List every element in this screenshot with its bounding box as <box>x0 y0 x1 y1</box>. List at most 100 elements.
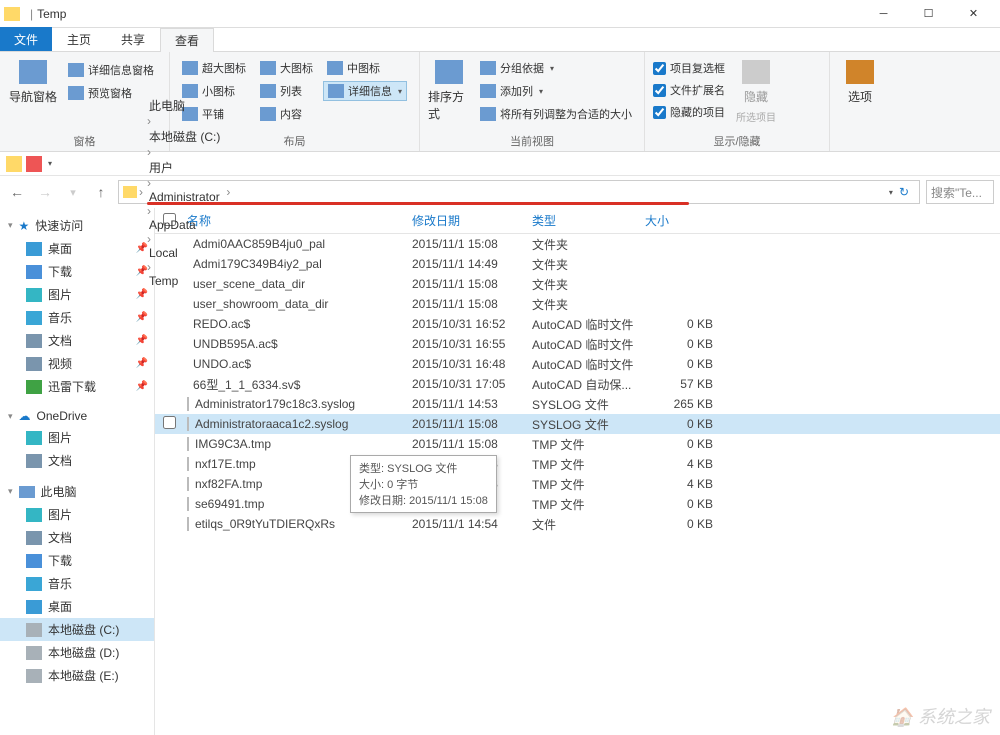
address-bar[interactable]: › 此电脑›本地磁盘 (C:)›用户›Administrator›AppData… <box>118 180 920 204</box>
tab-view[interactable]: 查看 <box>160 28 214 52</box>
file-row[interactable]: user_showroom_data_dir2015/11/1 15:08文件夹 <box>155 294 1000 314</box>
header-type[interactable]: 类型 <box>532 212 645 229</box>
file-row[interactable]: REDO.ac$2015/10/31 16:52AutoCAD 临时文件0 KB <box>155 314 1000 334</box>
file-row[interactable]: IMG9C3A.tmp2015/11/1 15:08TMP 文件0 KB <box>155 434 1000 454</box>
pin-icon: 📌 <box>136 358 148 369</box>
sidebar-item[interactable]: 音乐 <box>0 572 154 595</box>
layout-details[interactable]: 详细信息▾ <box>323 81 407 101</box>
sidebar-item[interactable]: 桌面📌 <box>0 237 154 260</box>
tab-share[interactable]: 共享 <box>106 27 160 51</box>
layout-large[interactable]: 大图标 <box>256 58 317 78</box>
file-row[interactable]: Admi0AAC859B4ju0_pal2015/11/1 15:08文件夹 <box>155 234 1000 254</box>
file-row[interactable]: nxf82FA.tmp2015/11/1 15:08TMP 文件4 KB <box>155 474 1000 494</box>
tab-home[interactable]: 主页 <box>52 27 106 51</box>
layout-list[interactable]: 列表 <box>256 81 317 101</box>
file-size: 265 KB <box>645 397 725 411</box>
refresh-button[interactable]: ↻ <box>893 185 915 199</box>
file-icon <box>187 437 189 451</box>
qa-delete-icon[interactable] <box>26 156 42 172</box>
sidebar-item[interactable]: 本地磁盘 (E:) <box>0 664 154 687</box>
back-button[interactable]: ← <box>6 181 28 203</box>
up-button[interactable]: ↑ <box>90 181 112 203</box>
cloud-icon: ☁ <box>19 409 31 423</box>
file-date: 2015/11/1 15:08 <box>412 437 532 451</box>
file-row[interactable]: UNDO.ac$2015/10/31 16:48AutoCAD 临时文件0 KB <box>155 354 1000 374</box>
sidebar-item[interactable]: 下载📌 <box>0 260 154 283</box>
breadcrumb-segment[interactable]: Local <box>145 246 224 260</box>
breadcrumb-segment[interactable]: 用户 <box>145 159 224 176</box>
file-date: 2015/10/31 16:52 <box>412 317 532 331</box>
header-date[interactable]: 修改日期 <box>412 212 532 229</box>
watermark: 🏠 系统之家 <box>891 703 990 729</box>
file-date: 2015/11/1 14:49 <box>412 257 532 271</box>
sidebar-thispc[interactable]: ▾ 此电脑 <box>0 480 154 503</box>
sidebar-item-icon <box>26 334 42 348</box>
file-row[interactable]: nxf17E.tmp2015/11/1 15:08TMP 文件4 KB <box>155 454 1000 474</box>
tab-row: 文件 主页 共享 查看 <box>0 28 1000 52</box>
sort-button[interactable]: 排序方式 <box>428 56 470 131</box>
header-size[interactable]: 大小 <box>645 212 725 229</box>
addr-folder-icon <box>123 186 137 198</box>
hide-selected-button[interactable]: 隐藏 所选项目 <box>731 56 781 131</box>
sidebar-item[interactable]: 文档 <box>0 449 154 472</box>
checkbox-file-ext[interactable]: 文件扩展名 <box>653 82 725 98</box>
detail-pane-button[interactable]: 详细信息窗格 <box>64 60 158 80</box>
sidebar-item[interactable]: 音乐📌 <box>0 306 154 329</box>
history-dropdown[interactable]: ▾ <box>62 181 84 203</box>
sidebar-item[interactable]: 图片 <box>0 503 154 526</box>
close-button[interactable]: ✕ <box>951 0 996 28</box>
sidebar-item-label: 桌面 <box>48 598 72 615</box>
file-row[interactable]: se69491.tmp2011/7/8 15:36TMP 文件0 KB <box>155 494 1000 514</box>
checkbox-hidden-items[interactable]: 隐藏的项目 <box>653 104 725 120</box>
fitcol-button[interactable]: 将所有列调整为合适的大小 <box>476 104 636 124</box>
layout-medium[interactable]: 中图标 <box>323 58 407 78</box>
sidebar-item[interactable]: 迅雷下载📌 <box>0 375 154 398</box>
large-icon <box>260 61 276 75</box>
maximize-button[interactable]: ☐ <box>906 0 951 28</box>
sidebar-item[interactable]: 本地磁盘 (D:) <box>0 641 154 664</box>
nav-pane-button[interactable]: 导航窗格 <box>8 56 58 131</box>
qa-dropdown-icon[interactable]: ▾ <box>48 159 52 168</box>
file-row[interactable]: 66型_1_1_6334.sv$2015/10/31 17:05AutoCAD … <box>155 374 1000 394</box>
sidebar-item-icon <box>26 311 42 325</box>
breadcrumb-segment[interactable]: 本地磁盘 (C:) <box>145 128 224 145</box>
forward-button[interactable]: → <box>34 181 56 203</box>
layout-content[interactable]: 内容 <box>256 104 317 124</box>
file-row[interactable]: etilqs_0R9tYuTDIERQxRs2015/11/1 14:54文件0… <box>155 514 1000 534</box>
sidebar-item-label: 图片 <box>48 506 72 523</box>
sidebar-item[interactable]: 图片📌 <box>0 283 154 306</box>
sidebar-onedrive[interactable]: ▾ ☁ OneDrive <box>0 406 154 426</box>
preview-pane-button[interactable]: 预览窗格 <box>64 83 158 103</box>
file-row[interactable]: Administratoraaca1c2.syslog2015/11/1 15:… <box>155 414 1000 434</box>
breadcrumb-segment[interactable]: Temp <box>145 274 224 288</box>
file-size: 4 KB <box>645 477 725 491</box>
search-input[interactable]: 搜索"Te... <box>926 180 994 204</box>
sidebar-quick-access[interactable]: ▾ ★ 快速访问 <box>0 214 154 237</box>
file-row[interactable]: Administrator179c18c3.syslog2015/11/1 14… <box>155 394 1000 414</box>
sidebar-item[interactable]: 视频📌 <box>0 352 154 375</box>
addcol-button[interactable]: 添加列▾ <box>476 81 636 101</box>
breadcrumb-segment[interactable]: 此电脑 <box>145 97 224 114</box>
sidebar-item[interactable]: 下载 <box>0 549 154 572</box>
row-checkbox[interactable] <box>163 416 187 432</box>
breadcrumb-segment[interactable]: AppData <box>145 218 224 232</box>
minimize-button[interactable]: ─ <box>861 0 906 28</box>
sidebar-item[interactable]: 文档 <box>0 526 154 549</box>
file-row[interactable]: Admi179C349B4iy2_pal2015/11/1 14:49文件夹 <box>155 254 1000 274</box>
pin-icon: 📌 <box>136 312 148 323</box>
sidebar-item[interactable]: 图片 <box>0 426 154 449</box>
tab-file[interactable]: 文件 <box>0 27 52 51</box>
sidebar-item[interactable]: 桌面 <box>0 595 154 618</box>
groupby-button[interactable]: 分组依据▾ <box>476 58 636 78</box>
options-button[interactable]: 选项 <box>838 56 882 135</box>
hide-icon <box>742 60 770 84</box>
sidebar-item[interactable]: 本地磁盘 (C:) <box>0 618 154 641</box>
file-name: user_showroom_data_dir <box>187 297 412 311</box>
file-date: 2015/11/1 15:08 <box>412 417 532 431</box>
qa-newfolder-icon[interactable] <box>6 156 22 172</box>
checkbox-item-checkboxes[interactable]: 项目复选框 <box>653 60 725 76</box>
layout-xlarge[interactable]: 超大图标 <box>178 58 250 78</box>
file-row[interactable]: UNDB595A.ac$2015/10/31 16:55AutoCAD 临时文件… <box>155 334 1000 354</box>
sidebar-item[interactable]: 文档📌 <box>0 329 154 352</box>
file-row[interactable]: user_scene_data_dir2015/11/1 15:08文件夹 <box>155 274 1000 294</box>
